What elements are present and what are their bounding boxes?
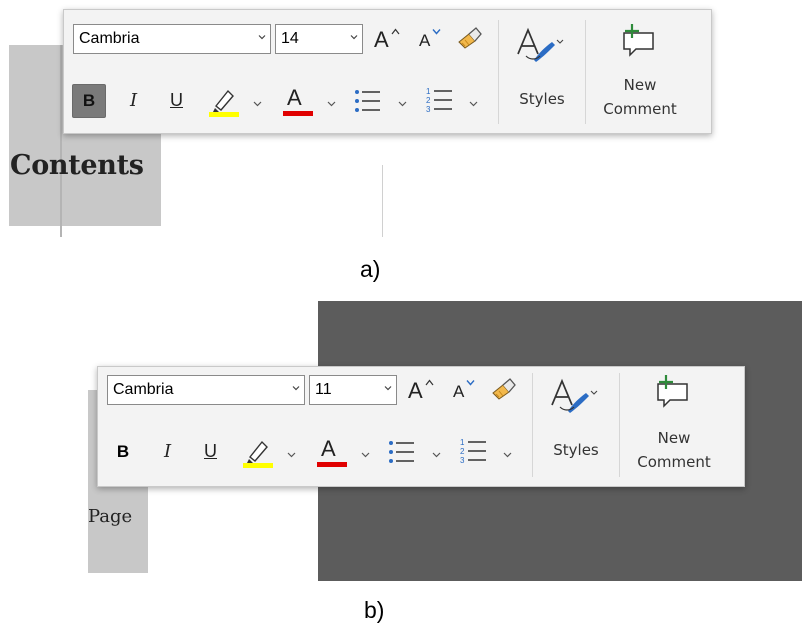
underline-button[interactable]: U	[204, 441, 217, 462]
svg-text:3: 3	[426, 105, 431, 114]
caption-a: a)	[360, 256, 381, 282]
new-comment-label-1[interactable]: New	[626, 429, 722, 447]
italic-button[interactable]: I	[130, 90, 137, 111]
chevron-down-icon	[258, 35, 266, 40]
toolbar-separator	[532, 373, 533, 477]
chevron-down-icon	[350, 35, 358, 40]
highlight-button[interactable]	[241, 435, 275, 469]
caret-down-icon	[432, 29, 441, 35]
underline-button[interactable]: U	[170, 90, 183, 111]
chevron-down-icon	[384, 386, 392, 391]
caret-up-icon	[391, 28, 400, 35]
font-color-glyph: A	[287, 85, 302, 110]
chevron-down-icon[interactable]	[432, 450, 441, 459]
caret-down-icon	[466, 380, 475, 386]
styles-button-icon[interactable]	[548, 377, 598, 417]
bullets-icon[interactable]	[388, 439, 416, 465]
new-comment-icon[interactable]	[620, 23, 658, 57]
grow-font-icon: A	[408, 378, 423, 403]
highlight-button[interactable]	[207, 84, 241, 118]
styles-label[interactable]: Styles	[508, 90, 576, 108]
numbering-icon[interactable]: 1 2 3	[426, 86, 454, 114]
font-color-button[interactable]: A	[282, 82, 314, 118]
svg-text:2: 2	[426, 96, 431, 105]
caption-b: b)	[364, 597, 385, 623]
styles-button-icon[interactable]	[514, 26, 564, 66]
highlighter-icon	[243, 440, 273, 468]
chevron-down-icon[interactable]	[469, 99, 478, 108]
svg-text:1: 1	[460, 438, 465, 447]
svg-text:3: 3	[460, 456, 465, 465]
mini-toolbar: Cambria 11 A A Styles New Comment B I U	[97, 366, 745, 487]
grow-font-button[interactable]: A	[372, 24, 404, 54]
document-text[interactable]: Page	[88, 506, 132, 527]
font-size-combo[interactable]: 14	[275, 24, 363, 54]
font-color-button[interactable]: A	[316, 433, 348, 469]
styles-icon	[517, 27, 564, 62]
font-size-value: 11	[315, 381, 332, 398]
font-color-bar	[283, 111, 313, 116]
shrink-font-button[interactable]: A	[416, 24, 446, 54]
chevron-down-icon	[292, 386, 300, 391]
chevron-down-icon[interactable]	[503, 450, 512, 459]
mini-toolbar: Cambria 14 A A Styles New Comment B I U …	[63, 9, 712, 134]
bullets-icon[interactable]	[354, 88, 382, 114]
format-painter-icon[interactable]	[490, 376, 518, 402]
font-color-glyph: A	[321, 436, 336, 461]
font-name-combo[interactable]: Cambria	[73, 24, 271, 54]
bold-button[interactable]: B	[106, 435, 140, 469]
numbering-icon[interactable]: 1 2 3	[460, 437, 488, 465]
font-name-value: Cambria	[79, 30, 140, 47]
chevron-down-icon[interactable]	[253, 99, 262, 108]
styles-icon	[551, 378, 598, 413]
chevron-down-icon[interactable]	[398, 99, 407, 108]
toolbar-separator	[498, 20, 499, 124]
highlighter-icon	[209, 89, 239, 117]
bold-button[interactable]: B	[72, 84, 106, 118]
chevron-down-icon[interactable]	[287, 450, 296, 459]
font-color-bar	[317, 462, 347, 467]
font-name-value: Cambria	[113, 381, 174, 398]
document-heading[interactable]: Contents	[10, 150, 144, 181]
toolbar-separator	[585, 20, 586, 124]
styles-label[interactable]: Styles	[542, 441, 610, 459]
caret-up-icon	[425, 379, 434, 386]
grow-font-button[interactable]: A	[406, 375, 438, 405]
new-comment-label-2[interactable]: Comment	[626, 453, 722, 471]
shrink-font-button[interactable]: A	[450, 375, 480, 405]
selection-edge	[60, 45, 62, 237]
new-comment-label-2[interactable]: Comment	[592, 100, 688, 118]
shrink-font-icon: A	[453, 382, 465, 401]
font-size-value: 14	[281, 30, 299, 47]
italic-button[interactable]: I	[164, 441, 171, 462]
new-comment-label-1[interactable]: New	[592, 76, 688, 94]
grow-font-icon: A	[374, 27, 389, 52]
svg-text:1: 1	[426, 87, 431, 96]
chevron-down-icon[interactable]	[327, 99, 336, 108]
chevron-down-icon[interactable]	[361, 450, 370, 459]
svg-text:2: 2	[460, 447, 465, 456]
page-divider	[382, 165, 383, 237]
toolbar-separator	[619, 373, 620, 477]
format-painter-icon[interactable]	[456, 25, 484, 51]
new-comment-icon[interactable]	[654, 374, 692, 408]
shrink-font-icon: A	[419, 31, 431, 50]
font-name-combo[interactable]: Cambria	[107, 375, 305, 405]
font-size-combo[interactable]: 11	[309, 375, 397, 405]
